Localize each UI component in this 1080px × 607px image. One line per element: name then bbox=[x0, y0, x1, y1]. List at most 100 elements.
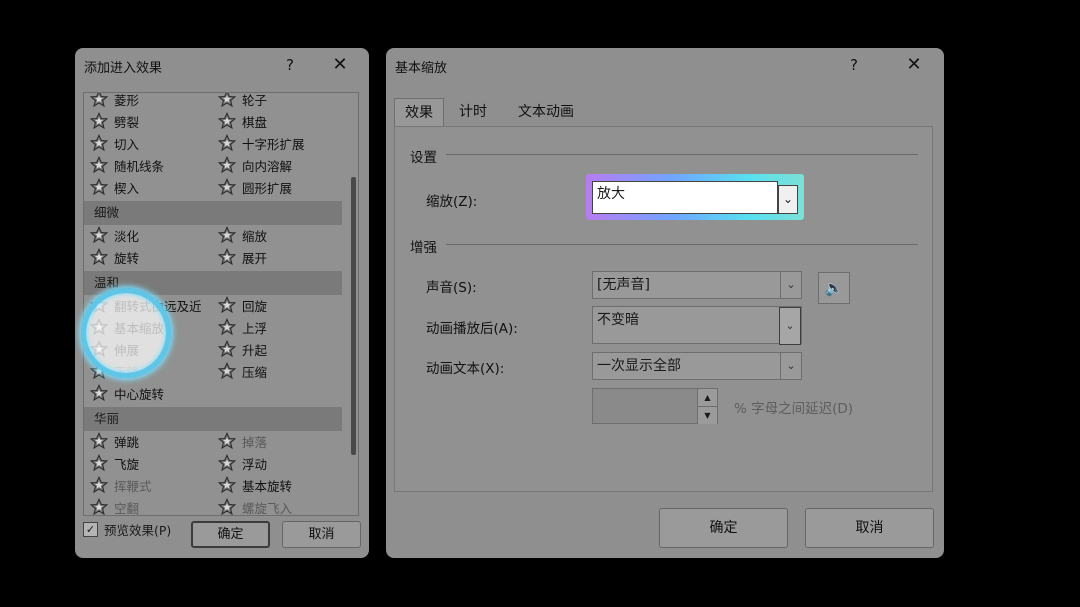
effect-label: 向内溶解 bbox=[242, 158, 293, 174]
cancel-button[interactable]: 取消 bbox=[805, 508, 934, 548]
preview-checkbox[interactable]: ✓ bbox=[83, 522, 98, 537]
title-bar: 添加进入效果 ? ✕ bbox=[75, 48, 369, 84]
effect-item[interactable]: 轮子 bbox=[218, 92, 268, 110]
effect-label: 压缩 bbox=[242, 364, 268, 380]
effect-star-icon bbox=[218, 476, 236, 494]
effect-star-icon bbox=[90, 112, 108, 130]
effect-star-icon bbox=[90, 93, 108, 108]
effect-item[interactable]: 掉落 bbox=[218, 430, 267, 452]
effect-star-icon bbox=[218, 362, 236, 380]
effect-label: 展开 bbox=[242, 250, 268, 266]
effect-label: 十字形扩展 bbox=[242, 136, 305, 152]
animate-text-value: 一次显示全部 bbox=[597, 358, 681, 374]
effect-item[interactable]: 压缩 bbox=[218, 360, 267, 382]
section-enhance: 增强 bbox=[410, 240, 437, 256]
effect-label: 螺旋飞入 bbox=[242, 500, 293, 516]
effect-item[interactable]: 空翻 bbox=[90, 496, 140, 516]
tab-text-animation[interactable]: 文本动画 bbox=[504, 98, 588, 126]
effect-item[interactable]: 基本旋转 bbox=[218, 474, 292, 496]
category-header: 华丽 bbox=[84, 407, 342, 431]
effect-item[interactable]: 中心旋转 bbox=[90, 382, 164, 404]
effect-item[interactable]: 切入 bbox=[90, 132, 139, 154]
effect-label: 棋盘 bbox=[242, 114, 268, 130]
effect-label: 升起 bbox=[242, 342, 268, 358]
animate-text-label: 动画文本(X): bbox=[426, 361, 505, 377]
effect-star-icon bbox=[218, 156, 236, 174]
effect-star-icon bbox=[218, 454, 236, 472]
effect-label: 淡化 bbox=[114, 228, 140, 244]
effect-star-icon bbox=[90, 248, 108, 266]
effect-label: 圆形扩展 bbox=[242, 180, 293, 196]
effect-star-icon bbox=[218, 178, 236, 196]
add-entrance-effect-dialog: 添加进入效果 ? ✕ 菱形 轮子劈裂 棋盘切入 十字形扩展随机线条 向内溶解楔入 圆形扩展… bbox=[75, 48, 369, 558]
zoom-select[interactable]: 放大 bbox=[592, 181, 778, 214]
effect-label: 轮子 bbox=[242, 92, 268, 108]
effect-item[interactable]: 螺旋飞入 bbox=[218, 496, 293, 516]
tab-timing[interactable]: 计时 bbox=[446, 98, 500, 126]
effect-star-icon bbox=[218, 318, 236, 336]
sound-select[interactable]: [无声音] ⌄ bbox=[592, 271, 802, 299]
effect-item[interactable]: 楔入 bbox=[90, 176, 139, 198]
tab-effect[interactable]: 效果 bbox=[394, 98, 444, 126]
ok-button[interactable]: 确定 bbox=[191, 521, 270, 548]
effect-item[interactable]: 展开 bbox=[218, 246, 267, 268]
effect-item[interactable]: 浮动 bbox=[218, 452, 267, 474]
effect-label: 上浮 bbox=[242, 320, 268, 336]
effect-label: 中心旋转 bbox=[114, 386, 165, 402]
help-button[interactable]: ? bbox=[277, 54, 303, 76]
animate-text-select[interactable]: 一次显示全部 ⌄ bbox=[592, 352, 802, 380]
ok-button[interactable]: 确定 bbox=[659, 508, 788, 548]
chevron-down-icon[interactable]: ⌄ bbox=[780, 272, 801, 298]
title-bar: 基本缩放 ? ✕ bbox=[386, 48, 944, 84]
effect-item[interactable]: 飞旋 bbox=[90, 452, 139, 474]
effect-item[interactable]: 劈裂 bbox=[90, 110, 139, 132]
effect-star-icon bbox=[90, 454, 108, 472]
effect-label: 弹跳 bbox=[114, 434, 140, 450]
spin-up-icon[interactable]: ▲ bbox=[697, 389, 717, 407]
after-animation-select[interactable]: 不变暗 ⌄ bbox=[592, 306, 802, 345]
effect-star-icon bbox=[218, 112, 236, 130]
effect-star-icon bbox=[90, 134, 108, 152]
delay-spinner[interactable]: ▲ ▼ bbox=[592, 388, 718, 424]
after-animation-value: 不变暗 bbox=[597, 312, 639, 328]
chevron-down-icon[interactable]: ⌄ bbox=[778, 185, 798, 214]
effect-item[interactable]: 圆形扩展 bbox=[218, 176, 292, 198]
effect-star-icon bbox=[90, 156, 108, 174]
close-button[interactable]: ✕ bbox=[901, 54, 927, 76]
effect-label: 飞旋 bbox=[114, 456, 140, 472]
speaker-icon[interactable]: 🔈 bbox=[818, 272, 850, 304]
dialog-title: 添加进入效果 bbox=[84, 61, 163, 76]
effect-star-icon bbox=[90, 476, 108, 494]
effect-item[interactable]: 菱形 bbox=[90, 93, 139, 110]
zoom-label: 缩放(Z): bbox=[426, 194, 478, 210]
effect-label: 楔入 bbox=[114, 180, 140, 196]
effect-item[interactable]: 棋盘 bbox=[218, 110, 267, 132]
effect-item[interactable]: 弹跳 bbox=[90, 430, 139, 452]
effect-item[interactable]: 升起 bbox=[218, 338, 267, 360]
effect-label: 空翻 bbox=[114, 500, 140, 516]
basic-zoom-dialog: 基本缩放 ? ✕ 效果 计时 文本动画 设置 缩放(Z): 放大 ⌄ 增强 声音… bbox=[386, 48, 944, 558]
effect-item[interactable]: 随机线条 bbox=[90, 154, 164, 176]
effect-star-icon bbox=[218, 296, 236, 314]
after-animation-label: 动画播放后(A): bbox=[426, 321, 518, 337]
effect-star-icon bbox=[218, 432, 236, 450]
delay-label: % 字母之间延迟(D) bbox=[734, 401, 854, 417]
list-scrollbar[interactable] bbox=[351, 177, 356, 455]
effect-item[interactable]: 上浮 bbox=[218, 316, 267, 338]
effect-item[interactable]: 挥鞭式 bbox=[90, 474, 152, 496]
sound-label: 声音(S): bbox=[426, 280, 477, 296]
effect-label: 基本旋转 bbox=[242, 478, 293, 494]
effect-item[interactable]: 缩放 bbox=[218, 224, 267, 246]
effect-item[interactable]: 旋转 bbox=[90, 246, 139, 268]
spin-down-icon[interactable]: ▼ bbox=[697, 407, 717, 424]
chevron-down-icon[interactable]: ⌄ bbox=[779, 307, 801, 345]
effect-item[interactable]: 十字形扩展 bbox=[218, 132, 305, 154]
effect-item[interactable]: 向内溶解 bbox=[218, 154, 292, 176]
help-button[interactable]: ? bbox=[841, 54, 867, 76]
effect-item[interactable]: 回旋 bbox=[218, 294, 267, 316]
category-header: 细微 bbox=[84, 201, 342, 225]
chevron-down-icon[interactable]: ⌄ bbox=[780, 353, 801, 379]
cancel-button[interactable]: 取消 bbox=[282, 521, 361, 548]
close-button[interactable]: ✕ bbox=[327, 54, 353, 76]
effect-item[interactable]: 淡化 bbox=[90, 224, 139, 246]
